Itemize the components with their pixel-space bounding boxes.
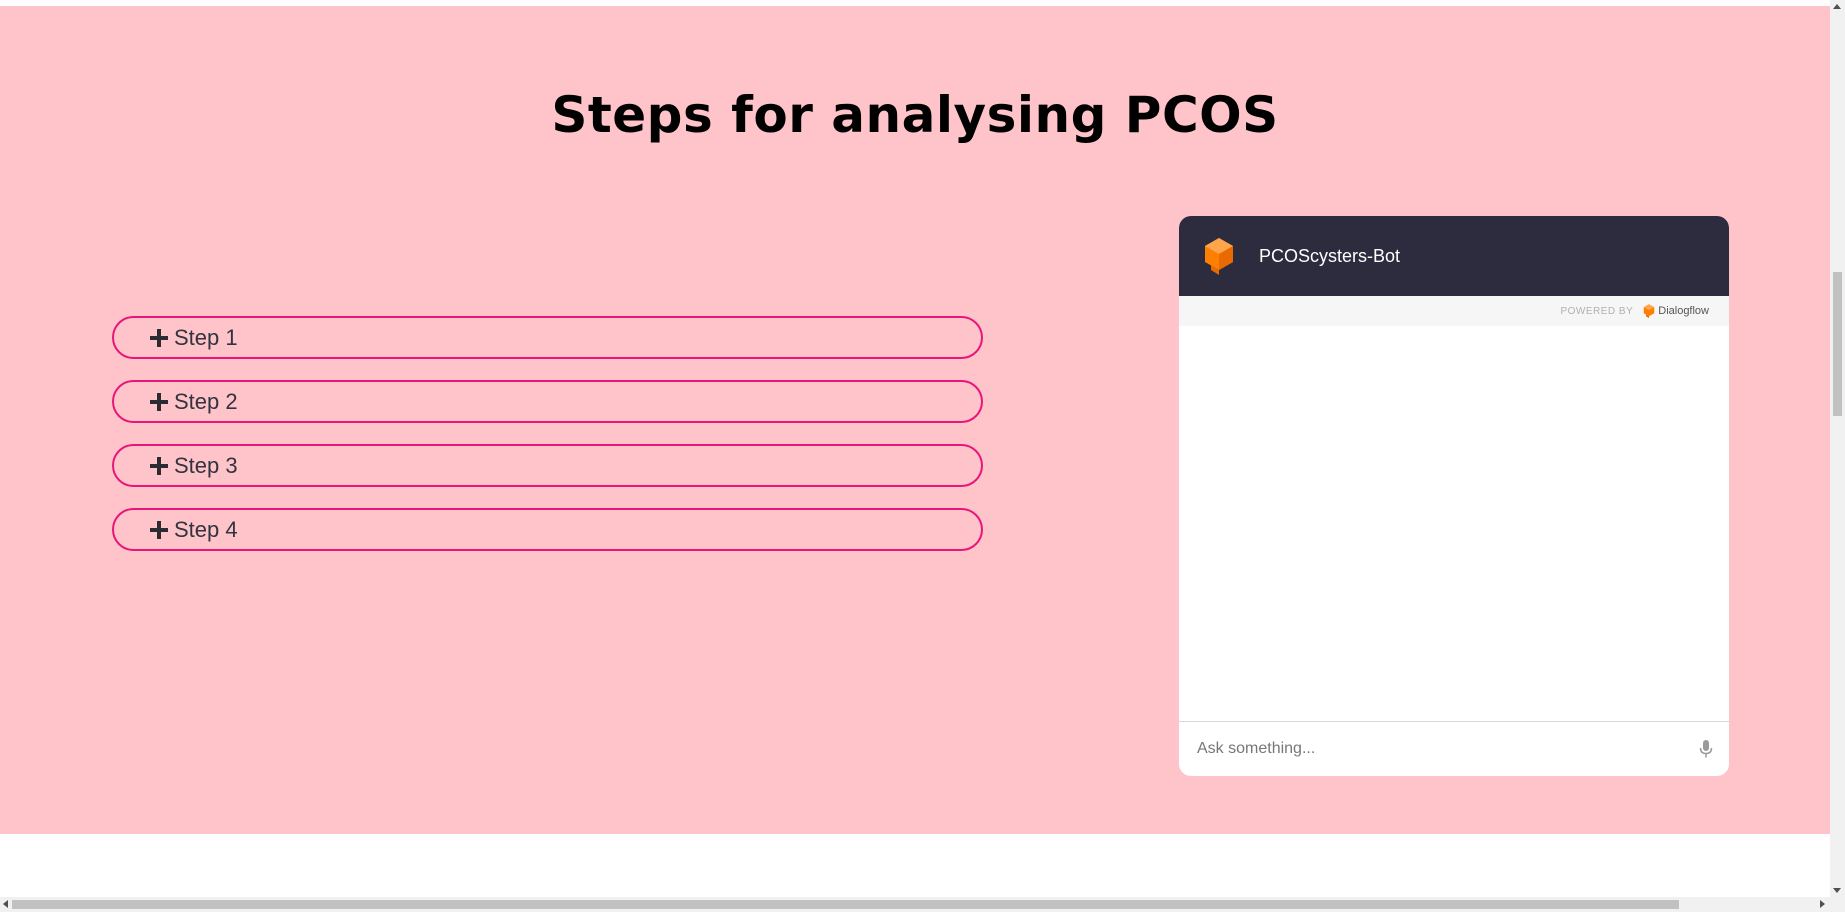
powered-by-bar: POWERED BY Dialogflow bbox=[1179, 296, 1729, 326]
scroll-up-icon[interactable] bbox=[1833, 4, 1841, 9]
step-2-button[interactable]: Step 2 bbox=[112, 380, 983, 423]
horizontal-scrollbar[interactable] bbox=[0, 897, 1845, 912]
plus-icon bbox=[150, 328, 168, 347]
chatbot-title: PCOScysters-Bot bbox=[1259, 245, 1401, 266]
step-4-button[interactable]: Step 4 bbox=[112, 508, 983, 551]
scroll-left-icon[interactable] bbox=[3, 900, 8, 908]
dialogflow-logo-icon bbox=[1205, 238, 1233, 275]
page-viewport: Steps for analysing PCOS Step 1 Step 2 S… bbox=[0, 0, 1830, 897]
page-title: Steps for analysing PCOS bbox=[551, 86, 1279, 144]
chat-input-row bbox=[1179, 721, 1729, 776]
step-label: Step 3 bbox=[174, 452, 238, 478]
microphone-icon[interactable] bbox=[1699, 740, 1713, 758]
powered-by-brand: Dialogflow bbox=[1658, 305, 1709, 317]
vertical-scrollbar[interactable] bbox=[1830, 0, 1845, 897]
steps-accordion: Step 1 Step 2 Step 3 Step 4 bbox=[112, 316, 983, 572]
plus-icon bbox=[150, 392, 168, 411]
step-label: Step 2 bbox=[174, 388, 238, 414]
vertical-scroll-thumb[interactable] bbox=[1833, 272, 1842, 416]
horizontal-scroll-thumb[interactable] bbox=[12, 900, 1679, 909]
plus-icon bbox=[150, 456, 168, 475]
chatbot-header: PCOScysters-Bot bbox=[1179, 216, 1729, 296]
step-1-button[interactable]: Step 1 bbox=[112, 316, 983, 359]
step-label: Step 1 bbox=[174, 324, 238, 350]
plus-icon bbox=[150, 520, 168, 539]
dialogflow-small-logo-icon bbox=[1644, 304, 1655, 319]
step-label: Step 4 bbox=[174, 516, 238, 542]
chatbot-widget: PCOScysters-Bot POWERED BY Dialogflow bbox=[1179, 216, 1729, 776]
step-3-button[interactable]: Step 3 bbox=[112, 444, 983, 487]
scroll-down-icon[interactable] bbox=[1833, 888, 1841, 893]
chat-input[interactable] bbox=[1195, 739, 1699, 759]
scroll-right-icon[interactable] bbox=[1820, 900, 1825, 908]
powered-by-label: POWERED BY bbox=[1560, 305, 1634, 317]
chat-messages-area bbox=[1179, 326, 1729, 721]
